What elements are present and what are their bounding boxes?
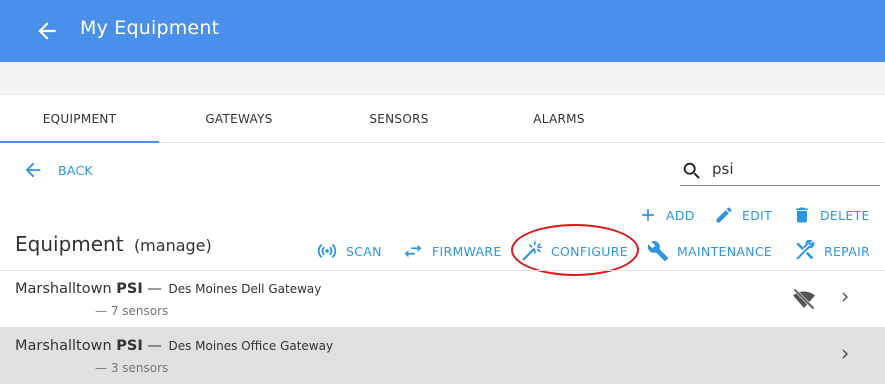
tab-equipment[interactable]: EQUIPMENT — [0, 96, 159, 143]
trash-icon — [796, 207, 808, 223]
section-title: Equipment — [15, 232, 124, 256]
scan-signal-icon — [317, 244, 337, 258]
list-item[interactable]: Marshalltown PSI — Des Moines Office Gat… — [0, 327, 885, 384]
equipment-match: PSI — [116, 338, 143, 354]
tab-alarms[interactable]: ALARMS — [479, 96, 639, 143]
repair-label: REPAIR — [824, 243, 871, 259]
gateway-name: Des Moines Dell Gateway — [168, 282, 322, 296]
chevron-right-icon — [842, 292, 848, 302]
page-title: My Equipment — [80, 17, 220, 39]
arrow-back-icon[interactable] — [34, 18, 60, 44]
section-subtitle: (manage) — [133, 236, 212, 255]
configure-label: CONFIGURE — [551, 243, 628, 259]
tab-gateways[interactable]: GATEWAYS — [159, 96, 319, 143]
maintenance-button[interactable]: MAINTENANCE — [647, 239, 772, 263]
toolbar-strip — [0, 62, 885, 95]
tools-icon — [796, 240, 815, 260]
title-dash: — — [147, 338, 162, 354]
list-item[interactable]: Marshalltown PSI — Des Moines Dell Gatew… — [0, 270, 885, 327]
search-box — [680, 155, 880, 186]
equipment-name: Marshalltown — [15, 338, 112, 354]
equipment-title: Marshalltown PSI — Des Moines Dell Gatew… — [15, 281, 321, 297]
configure-button[interactable]: CONFIGURE — [521, 239, 628, 263]
firmware-button[interactable]: FIRMWARE — [402, 239, 502, 263]
equipment-name: Marshalltown — [15, 281, 112, 297]
scan-button[interactable]: SCAN — [316, 239, 382, 263]
edit-button[interactable]: EDIT — [714, 203, 772, 227]
edit-label: EDIT — [742, 207, 773, 223]
add-label: ADD — [666, 207, 695, 223]
equipment-title: Marshalltown PSI — Des Moines Office Gat… — [15, 338, 333, 354]
sensor-count: — 3 sensors — [95, 361, 169, 375]
wrench-icon — [647, 241, 669, 262]
tab-sensors[interactable]: SENSORS — [319, 96, 479, 143]
title-dash: — — [147, 281, 162, 297]
tab-bar: EQUIPMENT GATEWAYS SENSORS ALARMS — [0, 96, 885, 143]
search-icon — [683, 162, 700, 179]
chevron-right-icon — [842, 349, 848, 359]
repair-button[interactable]: REPAIR — [794, 239, 870, 263]
delete-label: DELETE — [820, 207, 870, 223]
sensor-count: — 7 sensors — [95, 304, 169, 318]
add-button[interactable]: ADD — [638, 203, 695, 227]
back-label: BACK — [58, 162, 94, 178]
delete-button[interactable]: DELETE — [792, 203, 870, 227]
firmware-label: FIRMWARE — [432, 243, 502, 259]
scan-label: SCAN — [346, 243, 382, 259]
back-button[interactable]: BACK — [22, 158, 93, 182]
swap-arrows-icon — [404, 244, 422, 258]
arrow-back-icon — [25, 162, 41, 178]
gateway-name: Des Moines Office Gateway — [168, 339, 334, 353]
search-input[interactable] — [712, 158, 872, 180]
magic-wand-icon — [522, 241, 542, 261]
equipment-match: PSI — [116, 281, 143, 297]
pencil-icon — [716, 207, 732, 223]
plus-icon — [642, 209, 654, 221]
app-bar: My Equipment — [0, 0, 885, 62]
maintenance-label: MAINTENANCE — [677, 243, 773, 259]
wifi-off-icon — [793, 288, 815, 310]
section-heading: Equipment (manage) — [15, 232, 212, 256]
